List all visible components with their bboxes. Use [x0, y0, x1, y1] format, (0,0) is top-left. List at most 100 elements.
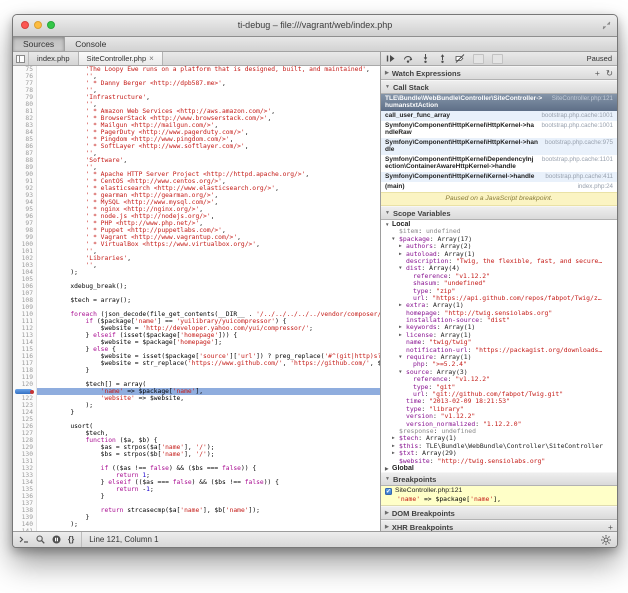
code-line[interactable]: 108 $tech = array();	[13, 297, 380, 304]
line-number-gutter[interactable]: 141	[13, 528, 37, 531]
code-line[interactable]: 96 ' * node.js <http://nodejs.org/>',	[13, 213, 380, 220]
search-icon[interactable]	[36, 535, 45, 544]
code-line[interactable]: 116 $website = isset($package['source'][…	[13, 353, 380, 360]
call-stack-header[interactable]: ▼ Call Stack	[381, 80, 617, 94]
scope-variable-row[interactable]: ▶$this: TLE\Bundle\WebBundle\Controller\…	[381, 443, 617, 450]
scope-variable-row[interactable]: $website: "http://twig.sensiolabs.org"	[381, 458, 617, 465]
line-number-gutter[interactable]: 114	[13, 339, 37, 346]
scope-variable-row[interactable]: ▶$tech: Array(1)	[381, 435, 617, 442]
line-number-gutter[interactable]: 113	[13, 332, 37, 339]
code-line[interactable]: 99 ' * Vagrant <http://www.vagrantup.com…	[13, 234, 380, 241]
watch-expressions-header[interactable]: ▶ Watch Expressions + ↻	[381, 66, 617, 80]
line-number-gutter[interactable]: 118	[13, 367, 37, 374]
call-stack-frame[interactable]: bootstrap.php.cache:1001call_user_func_a…	[381, 111, 617, 121]
code-line[interactable]: 89 '',	[13, 164, 380, 171]
code-line[interactable]: 137	[13, 500, 380, 507]
chevron-right-icon[interactable]: ▶	[392, 435, 399, 442]
chevron-right-icon[interactable]: ▶	[392, 443, 399, 450]
code-line[interactable]: 123 );	[13, 402, 380, 409]
line-number-gutter[interactable]: 101	[13, 248, 37, 255]
code-line[interactable]: 'name' => $package['name'],	[13, 388, 380, 395]
line-number-gutter[interactable]: 93	[13, 192, 37, 199]
resume-button[interactable]	[386, 54, 395, 63]
line-number-gutter[interactable]: 124	[13, 409, 37, 416]
code-line[interactable]: 134 } elseif (($as === false) && ($bs !=…	[13, 479, 380, 486]
scope-variable-row[interactable]: version: "v1.12.2"	[381, 413, 617, 420]
line-number-gutter[interactable]: 122	[13, 395, 37, 402]
scope-variable-row[interactable]: ▶extra: Array(1)	[381, 302, 617, 309]
line-number-gutter[interactable]: 94	[13, 199, 37, 206]
line-number-gutter[interactable]: 139	[13, 514, 37, 521]
chevron-down-icon[interactable]: ▼	[392, 236, 399, 243]
tab-console[interactable]: Console	[65, 37, 116, 51]
code-line[interactable]: 104 );	[13, 269, 380, 276]
file-tab-indexphp[interactable]: index.php	[29, 52, 79, 65]
code-line[interactable]: 81 ' * Amazon Web Services <http://aws.a…	[13, 108, 380, 115]
line-number-gutter[interactable]: 81	[13, 108, 37, 115]
line-number-gutter[interactable]: 102	[13, 255, 37, 262]
scope-variable-row[interactable]: homepage: "http://twig.sensiolabs.org"	[381, 310, 617, 317]
code-line[interactable]: 133 return 1;	[13, 472, 380, 479]
tab-sources[interactable]: Sources	[13, 37, 65, 51]
chevron-down-icon[interactable]: ▼	[399, 265, 406, 272]
scope-variable-row[interactable]: $item: undefined	[381, 228, 617, 235]
chevron-right-icon[interactable]: ▶	[385, 465, 392, 472]
step-out-icon[interactable]	[438, 54, 447, 63]
line-number-gutter[interactable]: 75	[13, 66, 37, 73]
code-line[interactable]: 113 } elseif (isset($package['homepage']…	[13, 332, 380, 339]
line-number-gutter[interactable]: 106	[13, 283, 37, 290]
refresh-watch-icon[interactable]: ↻	[606, 68, 613, 78]
line-number-gutter[interactable]: 131	[13, 458, 37, 465]
line-number-gutter[interactable]: 95	[13, 206, 37, 213]
scope-variable-row[interactable]: name: "twig/twig"	[381, 339, 617, 346]
line-number-gutter[interactable]: 137	[13, 500, 37, 507]
line-number-gutter[interactable]: 97	[13, 220, 37, 227]
line-number-gutter[interactable]: 128	[13, 437, 37, 444]
scope-variable-row[interactable]: type: "git"	[381, 384, 617, 391]
line-number-gutter[interactable]: 126	[13, 423, 37, 430]
code-line[interactable]: 127 $tech,	[13, 430, 380, 437]
chevron-down-icon[interactable]: ▼	[399, 354, 406, 361]
code-line[interactable]: 136 }	[13, 493, 380, 500]
code-line[interactable]: 140 );	[13, 521, 380, 528]
code-line[interactable]: 139 }	[13, 514, 380, 521]
code-line[interactable]: 76 '',	[13, 73, 380, 80]
code-line[interactable]: 102 'Libraries',	[13, 255, 380, 262]
line-number-gutter[interactable]: 108	[13, 297, 37, 304]
line-number-gutter[interactable]: 107	[13, 290, 37, 297]
code-line[interactable]: 129 $as = strpos($a['name'], '/');	[13, 444, 380, 451]
step-over-icon[interactable]	[403, 54, 413, 63]
code-line[interactable]: 122 'website' => $website,	[13, 395, 380, 402]
line-number-gutter[interactable]: 129	[13, 444, 37, 451]
breakpoint-entry[interactable]: ✓ SiteController.php:121 'name' => $pack…	[381, 486, 617, 506]
code-line[interactable]: 91 ' * CentOS <http://www.centos.org/>',	[13, 178, 380, 185]
line-number-gutter[interactable]: 117	[13, 360, 37, 367]
scope-variable-row[interactable]: reference: "v1.12.2"	[381, 273, 617, 280]
code-line[interactable]: 120 $tech[] = array(	[13, 381, 380, 388]
call-stack-frame[interactable]: bootstrap.php.cache:975Symfony\Component…	[381, 138, 617, 155]
code-line[interactable]: 114 $website = $package['homepage'];	[13, 339, 380, 346]
code-line[interactable]: 98 ' * Puppet <http://puppetlabs.com/>',	[13, 227, 380, 234]
code-line[interactable]: 83 ' * Mailgun <http://mailgun.com/>',	[13, 122, 380, 129]
scope-variable-row[interactable]: url: "https://api.github.com/repos/fabpo…	[381, 295, 617, 302]
line-number-gutter[interactable]: 79	[13, 94, 37, 101]
line-number-gutter[interactable]: 127	[13, 430, 37, 437]
fullscreen-icon[interactable]	[602, 21, 611, 30]
line-number-gutter[interactable]: 133	[13, 472, 37, 479]
chevron-right-icon[interactable]: ▶	[399, 243, 406, 250]
line-number-gutter[interactable]: 88	[13, 157, 37, 164]
code-line[interactable]: 105	[13, 276, 380, 283]
call-stack-frame[interactable]: index.php:24(main)	[381, 182, 617, 192]
scope-variables-header[interactable]: ▼ Scope Variables	[381, 206, 617, 220]
line-number-gutter[interactable]: 80	[13, 101, 37, 108]
scope-variable-row[interactable]: time: "2013-02-09 18:21:53"	[381, 398, 617, 405]
line-number-gutter[interactable]: 136	[13, 493, 37, 500]
code-line[interactable]: 118 }	[13, 367, 380, 374]
scope-variable-row[interactable]: shasum: "undefined"	[381, 280, 617, 287]
code-line[interactable]: 75 'The Loopy Ewe runs on a platform tha…	[13, 66, 380, 73]
pause-on-uncaught-exceptions-button[interactable]	[492, 54, 503, 64]
line-number-gutter[interactable]: 111	[13, 318, 37, 325]
chevron-down-icon[interactable]: ▼	[385, 221, 392, 228]
line-number-gutter[interactable]: 89	[13, 164, 37, 171]
code-line[interactable]: 80 '',	[13, 101, 380, 108]
